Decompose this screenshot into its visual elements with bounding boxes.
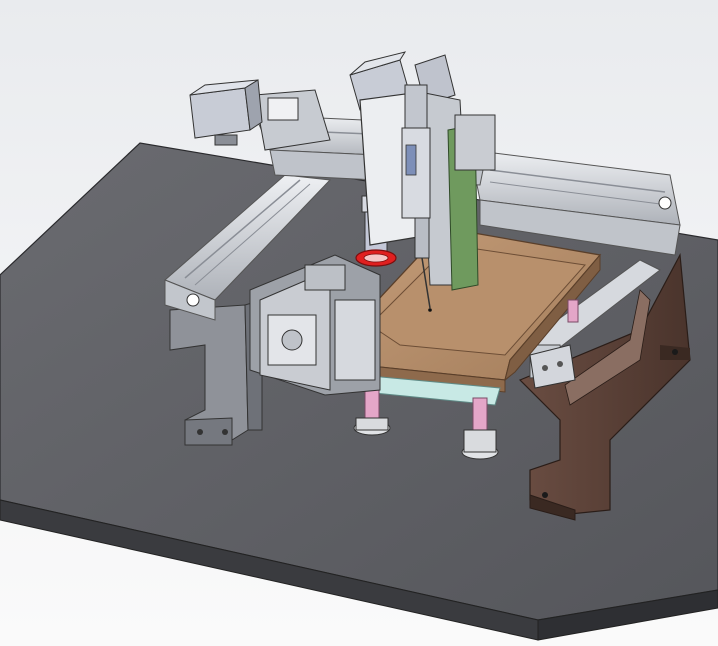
cad-model-render	[0, 51, 718, 641]
gantry-end-bracket-left	[254, 89, 331, 151]
left-servo-motor	[189, 79, 263, 146]
cad-viewport[interactable]	[0, 0, 718, 646]
